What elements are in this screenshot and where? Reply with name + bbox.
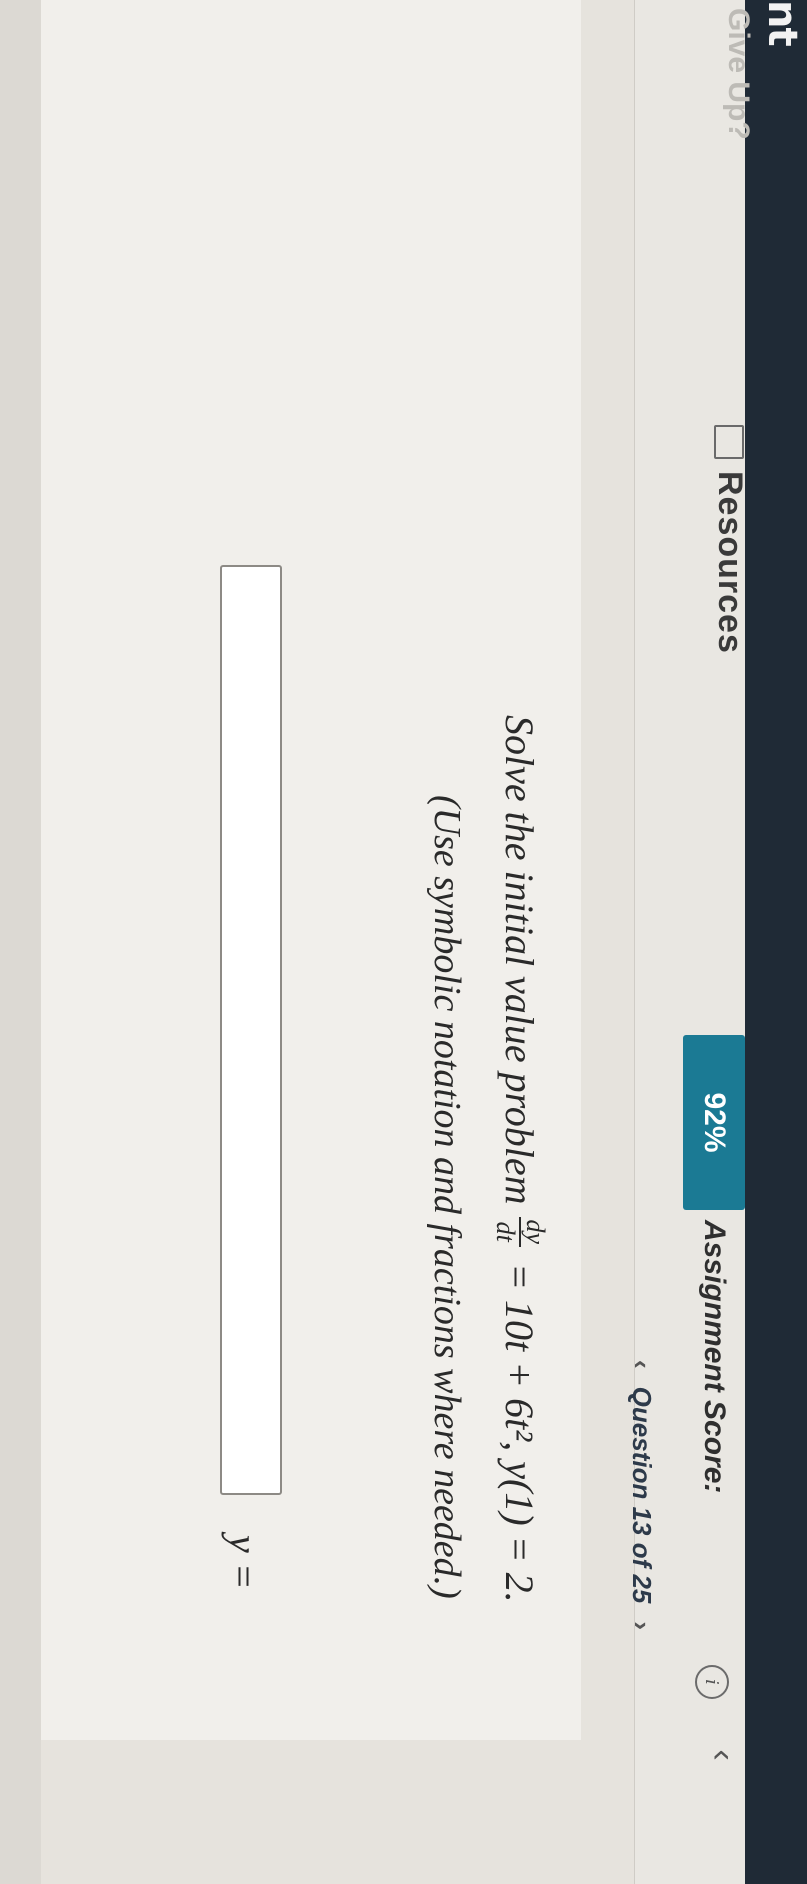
app-title: nt [759,0,805,46]
document-icon [714,425,745,459]
score-badge: 92% [683,1035,745,1210]
equation-rhs: = 10t + 6t², y(1) = 2. [497,1263,543,1603]
next-question-icon[interactable]: › [626,1621,657,1630]
back-chevron-icon[interactable]: ‹ [703,1735,743,1775]
instruction-note: (Use symbolic notation and fractions whe… [426,795,468,1599]
answer-prefix: y = [221,1535,266,1590]
previous-question-icon[interactable]: ‹ [626,1360,657,1369]
give-up-button[interactable]: Give Up? [721,8,755,140]
top-bar: nt [745,0,807,1884]
lower-panel [0,0,41,1884]
problem-statement: Solve the initial value problem dy dt = … [491,715,550,1603]
resources-button[interactable]: Resources [710,425,749,654]
app-window: nt ‹ i Assignment Score: 92% Resources G… [0,0,807,1884]
derivative-fraction: dy dt [491,1216,550,1248]
question-navigation: ‹ Question 13 of 25 › [626,1360,657,1630]
question-counter: Question 13 of 25 [627,1386,657,1604]
resources-label: Resources [711,471,749,654]
answer-input[interactable] [220,565,282,1495]
fraction-denominator: dt [491,1221,520,1242]
problem-prompt: Solve the initial value problem [497,715,543,1205]
info-icon[interactable]: i [695,1665,729,1699]
assignment-score-label: Assignment Score: [698,1220,731,1494]
fraction-numerator: dy [519,1216,550,1248]
